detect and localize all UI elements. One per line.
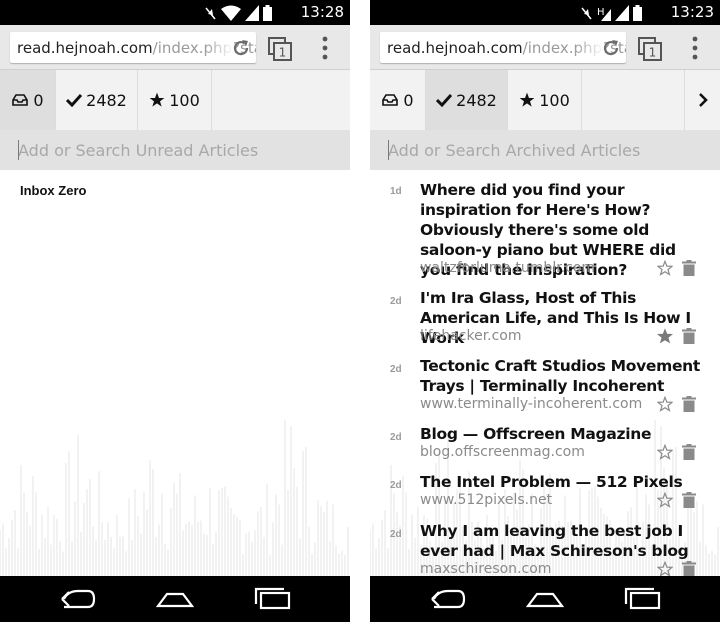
reload-icon[interactable] — [601, 38, 621, 58]
url-field[interactable]: read.hejnoah.com/index.php?sta — [380, 32, 626, 63]
wifi-icon — [221, 5, 241, 21]
star-outline-icon[interactable] — [657, 260, 673, 276]
star-icon — [519, 92, 535, 107]
star-icon — [149, 92, 165, 107]
trash-icon[interactable] — [682, 396, 696, 412]
svg-text:H: H — [597, 7, 605, 18]
phone-screen-left: 13:28 read.hejnoah.com/index.php?sta 1 0… — [0, 0, 350, 622]
filter-tabs: 0 2482 100 — [0, 70, 350, 130]
empty-state-message: Inbox Zero — [20, 183, 87, 198]
article-title[interactable]: The Intel Problem — 512 Pixels — [420, 472, 702, 492]
search-bar — [0, 130, 350, 170]
star-outline-icon[interactable] — [657, 444, 673, 460]
article-domain: www.512pixels.net — [420, 492, 553, 508]
trash-icon[interactable] — [682, 328, 696, 344]
menu-icon[interactable] — [318, 36, 332, 60]
filter-tabs: 0 2482 100 — [370, 70, 720, 130]
recent-apps-icon[interactable] — [252, 586, 292, 612]
article-age: 2d — [390, 364, 402, 375]
tab-unread[interactable]: 0 — [0, 70, 56, 130]
status-bar: 13:28 — [0, 0, 350, 25]
tab-count-label: 2482 — [456, 90, 497, 110]
battery-icon — [263, 5, 272, 21]
reload-icon[interactable] — [231, 38, 251, 58]
next-tabs-button[interactable] — [684, 70, 720, 130]
home-icon[interactable] — [155, 586, 195, 612]
article-list: 1d Where did you find your inspiration f… — [370, 178, 720, 576]
article-domain: maxschireson.com — [420, 561, 552, 576]
url-domain: read.hejnoah.com — [387, 39, 523, 57]
text-caret — [18, 140, 19, 160]
star-filled-icon[interactable] — [657, 328, 673, 344]
tab-starred[interactable]: 100 — [508, 70, 582, 130]
tab-count-label: 100 — [169, 90, 200, 110]
tab-starred[interactable]: 100 — [138, 70, 212, 130]
star-outline-icon[interactable] — [657, 492, 673, 508]
article-domain: lifehacker.com — [420, 328, 522, 344]
status-bar: H 13:23 — [370, 0, 720, 25]
inbox-icon — [382, 94, 399, 106]
signal-icon — [615, 5, 629, 21]
tabs-icon[interactable]: 1 — [268, 37, 292, 61]
tab-count: 1 — [649, 46, 657, 60]
check-icon — [66, 93, 83, 107]
article-domain: waltzforluma.tumblr.com — [420, 260, 596, 276]
article-title[interactable]: Tectonic Craft Studios Movement Trays | … — [420, 356, 702, 396]
status-time: 13:28 — [300, 3, 344, 21]
signal-icon — [245, 5, 259, 21]
tab-unread[interactable]: 0 — [370, 70, 426, 130]
url-domain: read.hejnoah.com — [17, 39, 153, 57]
text-caret — [388, 140, 389, 160]
signal-h-icon: H — [597, 7, 611, 21]
trash-icon[interactable] — [682, 444, 696, 460]
tab-count-label: 2482 — [86, 90, 127, 110]
article-title[interactable]: Blog — Offscreen Magazine — [420, 424, 702, 444]
trash-icon[interactable] — [682, 260, 696, 276]
check-icon — [436, 93, 453, 107]
waveform-background — [0, 419, 349, 576]
recent-apps-icon[interactable] — [622, 586, 662, 612]
article-age: 1d — [390, 186, 402, 197]
article-age: 2d — [390, 432, 402, 443]
tab-count-label: 0 — [33, 90, 44, 110]
inbox-icon — [12, 94, 29, 106]
article-age: 2d — [390, 529, 402, 540]
article-domain: www.terminally-incoherent.com — [420, 396, 643, 412]
tab-archived[interactable]: 2482 — [426, 70, 508, 130]
trash-icon[interactable] — [682, 561, 696, 576]
search-input[interactable] — [388, 136, 708, 164]
tab-count-label: 0 — [403, 90, 414, 110]
back-icon[interactable] — [428, 586, 468, 612]
browser-toolbar: read.hejnoah.com/index.php?sta 1 — [370, 25, 720, 70]
search-bar — [370, 130, 720, 170]
article-age: 2d — [390, 480, 402, 491]
chevron-right-icon — [698, 93, 708, 107]
article-domain: blog.offscreenmag.com — [420, 444, 585, 460]
article-age: 2d — [390, 296, 402, 307]
back-icon[interactable] — [58, 586, 98, 612]
trash-icon[interactable] — [682, 492, 696, 508]
phone-screen-right: H 13:23 read.hejnoah.com/index.php?sta 1… — [370, 0, 720, 622]
battery-icon — [633, 5, 642, 21]
system-nav-bar — [370, 576, 720, 622]
article-title[interactable]: Why I am leaving the best job I ever had… — [420, 521, 702, 561]
tab-count-label: 100 — [539, 90, 570, 110]
search-input[interactable] — [18, 136, 338, 164]
home-icon[interactable] — [525, 586, 565, 612]
tab-archived[interactable]: 2482 — [56, 70, 138, 130]
status-time: 13:23 — [670, 3, 714, 21]
tab-count: 1 — [279, 46, 287, 60]
muted-icon — [205, 7, 216, 20]
browser-toolbar: read.hejnoah.com/index.php?sta 1 — [0, 25, 350, 70]
star-outline-icon[interactable] — [657, 396, 673, 412]
system-nav-bar — [0, 576, 350, 622]
tabs-icon[interactable]: 1 — [638, 37, 662, 61]
muted-icon — [581, 7, 592, 20]
menu-icon[interactable] — [688, 36, 702, 60]
star-outline-icon[interactable] — [657, 561, 673, 576]
url-field[interactable]: read.hejnoah.com/index.php?sta — [10, 32, 256, 63]
